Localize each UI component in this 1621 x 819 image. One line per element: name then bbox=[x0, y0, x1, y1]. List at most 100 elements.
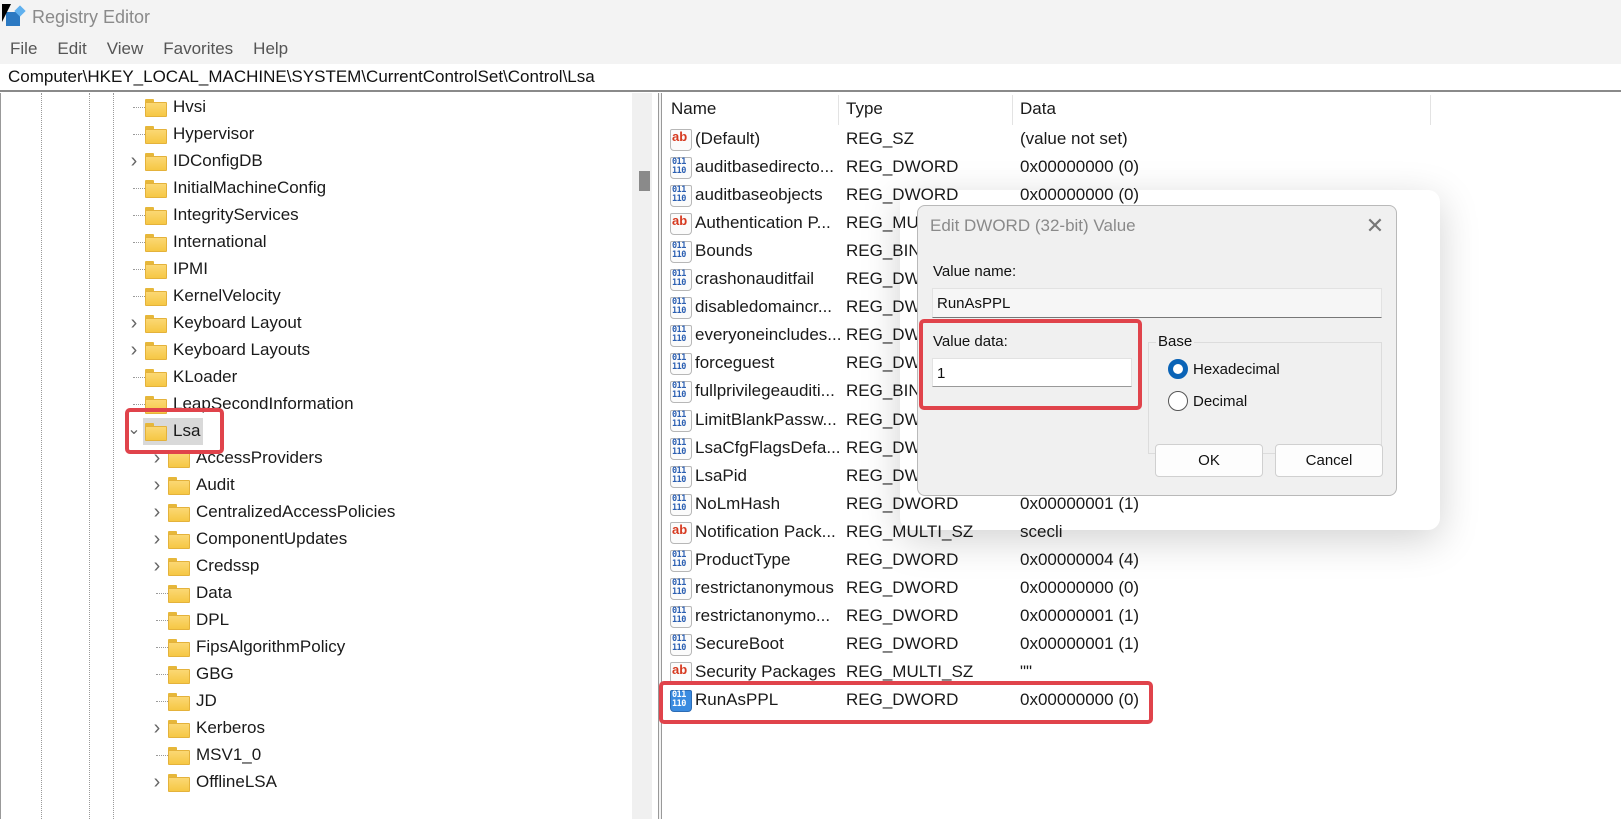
cancel-button[interactable]: Cancel bbox=[1275, 444, 1383, 477]
value-name: everyoneincludes... bbox=[695, 325, 842, 345]
radio-decimal[interactable]: Decimal bbox=[1168, 391, 1247, 411]
tree-item-label: ComponentUpdates bbox=[196, 529, 348, 548]
tree-item-initialmachineconfig[interactable]: InitialMachineConfig bbox=[1, 175, 621, 202]
chevron-right-icon[interactable]: › bbox=[150, 526, 164, 553]
tree-item-offlinelsa[interactable]: › OfflineLSA bbox=[1, 769, 621, 796]
tree-item-label: MSV1_0 bbox=[196, 745, 262, 764]
tree-connector bbox=[156, 620, 168, 621]
chevron-right-icon[interactable]: › bbox=[127, 337, 141, 364]
tree-item-lsa[interactable]: ⌄ Lsa bbox=[1, 418, 621, 445]
tree-connector bbox=[133, 404, 145, 405]
chevron-right-icon[interactable]: › bbox=[150, 769, 164, 796]
pane-splitter[interactable] bbox=[658, 93, 662, 819]
tree-item-dpl[interactable]: DPL bbox=[1, 607, 621, 634]
tree-item-fipsalgorithmpolicy[interactable]: FipsAlgorithmPolicy bbox=[1, 634, 621, 661]
value-row-restrictanonymo[interactable]: 011 110 restrictanonymo... REG_DWORD 0x0000… bbox=[663, 602, 1621, 630]
folder-icon bbox=[168, 450, 190, 468]
tree-item-international[interactable]: International bbox=[1, 229, 621, 256]
tree-scrollbar[interactable] bbox=[632, 93, 652, 819]
address-path[interactable]: Computer\HKEY_LOCAL_MACHINE\SYSTEM\Curre… bbox=[8, 67, 595, 87]
chevron-right-icon[interactable]: › bbox=[150, 472, 164, 499]
tree-item-idconfigdb[interactable]: › IDConfigDB bbox=[1, 148, 621, 175]
tree-item-jd[interactable]: JD bbox=[1, 688, 621, 715]
key-tree-pane[interactable]: Hvsi Hypervisor › IDConfigDB InitialMachineC… bbox=[0, 93, 658, 819]
tree-item-keyboard-layout[interactable]: › Keyboard Layout bbox=[1, 310, 621, 337]
column-separator[interactable] bbox=[1430, 95, 1431, 125]
menu-favorites[interactable]: Favorites bbox=[163, 39, 233, 59]
chevron-right-icon[interactable]: › bbox=[150, 499, 164, 526]
column-header-name[interactable]: Name bbox=[671, 93, 716, 125]
menu-edit[interactable]: Edit bbox=[57, 39, 86, 59]
chevron-right-icon[interactable]: › bbox=[127, 310, 141, 337]
tree-item-centralizedaccesspolicies[interactable]: › CentralizedAccessPolicies bbox=[1, 499, 621, 526]
tree-item-label: KLoader bbox=[173, 367, 238, 386]
folder-icon bbox=[145, 369, 167, 387]
column-separator[interactable] bbox=[1012, 95, 1013, 125]
value-row-producttype[interactable]: 011 110 ProductType REG_DWORD 0x00000004 (4… bbox=[663, 546, 1621, 574]
value-name-field[interactable]: RunAsPPL bbox=[932, 288, 1382, 318]
tree-item-label: IPMI bbox=[173, 259, 208, 278]
value-row-auditbasedirecto[interactable]: 011 110 auditbasedirecto... REG_DWORD 0x000… bbox=[663, 153, 1621, 181]
column-header-type[interactable]: Type bbox=[846, 93, 883, 125]
column-header-data[interactable]: Data bbox=[1020, 93, 1056, 125]
radio-hexadecimal[interactable]: Hexadecimal bbox=[1168, 359, 1280, 379]
value-data: 0x00000001 (1) bbox=[1020, 605, 1140, 625]
tree-item-kloader[interactable]: KLoader bbox=[1, 364, 621, 391]
value-row-secureboot[interactable]: 011 110 SecureBoot REG_DWORD 0x00000001 (1) bbox=[663, 630, 1621, 658]
column-separator[interactable] bbox=[838, 95, 839, 125]
string-value-icon: ab bbox=[670, 213, 692, 236]
value-row-runasppl[interactable]: 011 110 RunAsPPL REG_DWORD 0x00000000 (0) bbox=[663, 686, 1621, 714]
base-label: Base bbox=[1156, 333, 1195, 350]
close-icon[interactable]: ✕ bbox=[1358, 210, 1392, 242]
tree-item-label: IntegrityServices bbox=[173, 205, 299, 224]
tree-item-componentupdates[interactable]: › ComponentUpdates bbox=[1, 526, 621, 553]
tree-item-label: International bbox=[173, 232, 267, 251]
tree-item-kerberos[interactable]: › Kerberos bbox=[1, 715, 621, 742]
tree-item-kernelvelocity[interactable]: KernelVelocity bbox=[1, 283, 621, 310]
edit-dword-dialog: Edit DWORD (32-bit) Value ✕ Value name: … bbox=[917, 205, 1397, 496]
value-row--default[interactable]: ab (Default) REG_SZ (value not set) bbox=[663, 125, 1621, 153]
value-name: LsaPid bbox=[695, 465, 747, 485]
value-row-restrictanonymous[interactable]: 011 110 restrictanonymous REG_DWORD 0x00000… bbox=[663, 574, 1621, 602]
binary-value-icon: 011 110 bbox=[670, 409, 692, 432]
binary-value-icon: 011 110 bbox=[670, 185, 692, 208]
tree-item-leapsecondinformation[interactable]: LeapSecondInformation bbox=[1, 391, 621, 418]
tree-item-hvsi[interactable]: Hvsi bbox=[1, 94, 621, 121]
tree-item-keyboard-layouts[interactable]: › Keyboard Layouts bbox=[1, 337, 621, 364]
tree-item-gbg[interactable]: GBG bbox=[1, 661, 621, 688]
chevron-right-icon[interactable]: › bbox=[127, 148, 141, 175]
string-value-icon: ab bbox=[670, 661, 692, 684]
value-data-input[interactable]: 1 bbox=[932, 358, 1132, 387]
menu-view[interactable]: View bbox=[107, 39, 144, 59]
tree-scrollbar-thumb[interactable] bbox=[639, 171, 650, 191]
value-name: (Default) bbox=[695, 129, 761, 148]
radio-unchecked-icon[interactable] bbox=[1168, 391, 1188, 411]
tree-item-integrityservices[interactable]: IntegrityServices bbox=[1, 202, 621, 229]
value-type: REG_DWORD bbox=[846, 577, 959, 597]
radio-checked-icon[interactable] bbox=[1168, 359, 1188, 379]
chevron-down-icon[interactable]: ⌄ bbox=[127, 415, 141, 442]
tree-item-data[interactable]: Data bbox=[1, 580, 621, 607]
tree-item-ipmi[interactable]: IPMI bbox=[1, 256, 621, 283]
menu-help[interactable]: Help bbox=[253, 39, 288, 59]
tree-item-msv1-0[interactable]: MSV1_0 bbox=[1, 742, 621, 769]
folder-icon bbox=[145, 315, 167, 333]
string-value-icon: ab bbox=[670, 521, 692, 544]
value-row-security-packages[interactable]: ab Security Packages REG_MULTI_SZ "" bbox=[663, 658, 1621, 686]
value-type: REG_DWORD bbox=[846, 157, 959, 177]
tree-item-credssp[interactable]: › Credssp bbox=[1, 553, 621, 580]
binary-value-icon: 011 110 bbox=[670, 269, 692, 292]
tree-item-hypervisor[interactable]: Hypervisor bbox=[1, 121, 621, 148]
tree-item-audit[interactable]: › Audit bbox=[1, 472, 621, 499]
binary-value-icon: 011 110 bbox=[670, 549, 692, 572]
menu-file[interactable]: File bbox=[10, 39, 37, 59]
chevron-right-icon[interactable]: › bbox=[150, 445, 164, 472]
tree-item-label: InitialMachineConfig bbox=[173, 178, 327, 197]
folder-icon bbox=[145, 99, 167, 117]
chevron-right-icon[interactable]: › bbox=[150, 715, 164, 742]
folder-icon bbox=[168, 558, 190, 576]
ok-button[interactable]: OK bbox=[1155, 444, 1263, 477]
chevron-right-icon[interactable]: › bbox=[150, 553, 164, 580]
tree-item-accessproviders[interactable]: › AccessProviders bbox=[1, 445, 621, 472]
address-bar[interactable]: Computer\HKEY_LOCAL_MACHINE\SYSTEM\Curre… bbox=[0, 64, 1621, 92]
